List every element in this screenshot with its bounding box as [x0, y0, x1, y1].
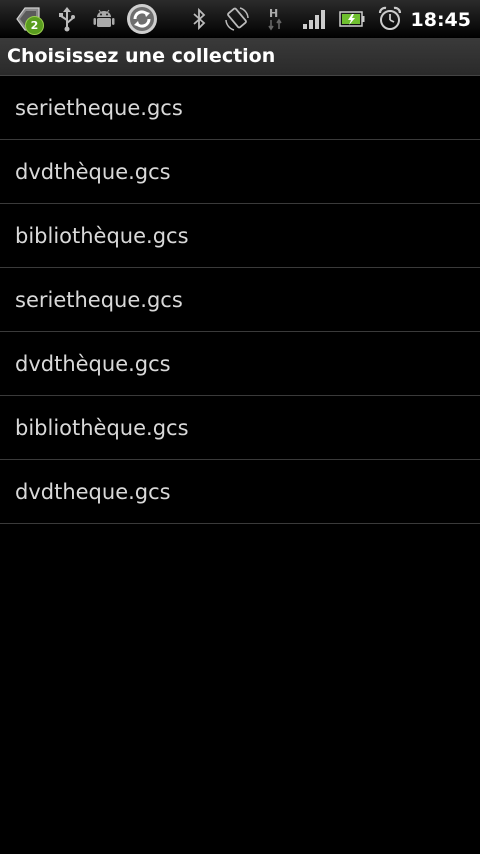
alarm-icon	[376, 0, 404, 38]
sync-icon	[124, 0, 160, 38]
status-clock: 18:45	[410, 9, 471, 31]
list-item-label: serietheque.gcs	[15, 288, 183, 312]
list-item-label: dvdtheque.gcs	[15, 480, 171, 504]
list-item[interactable]: bibliothèque.gcs	[0, 204, 480, 268]
status-bar[interactable]: 2 H 18:45	[0, 0, 480, 38]
bluetooth-icon	[188, 0, 210, 38]
collection-list: serietheque.gcs dvdthèque.gcs bibliothèq…	[0, 76, 480, 524]
list-item-label: bibliothèque.gcs	[15, 224, 189, 248]
list-item[interactable]: serietheque.gcs	[0, 76, 480, 140]
list-item-label: dvdthèque.gcs	[15, 352, 171, 376]
android-debug-icon	[90, 0, 118, 38]
list-item[interactable]: dvdtheque.gcs	[0, 460, 480, 524]
list-item[interactable]: serietheque.gcs	[0, 268, 480, 332]
signal-icon	[300, 0, 328, 38]
usb-icon	[55, 0, 79, 38]
list-item[interactable]: dvdthèque.gcs	[0, 332, 480, 396]
hspa-data-icon: H	[264, 0, 288, 38]
list-item-label: serietheque.gcs	[15, 96, 183, 120]
list-item[interactable]: bibliothèque.gcs	[0, 396, 480, 460]
title-bar: Choisissez une collection	[0, 38, 480, 76]
page-title: Choisissez une collection	[7, 45, 276, 67]
list-item[interactable]: dvdthèque.gcs	[0, 140, 480, 204]
notification-count-badge: 2	[25, 16, 44, 35]
svg-text:H: H	[269, 7, 278, 20]
battery-icon	[338, 0, 366, 38]
list-item-label: dvdthèque.gcs	[15, 160, 171, 184]
rotation-icon	[223, 0, 251, 38]
list-item-label: bibliothèque.gcs	[15, 416, 189, 440]
